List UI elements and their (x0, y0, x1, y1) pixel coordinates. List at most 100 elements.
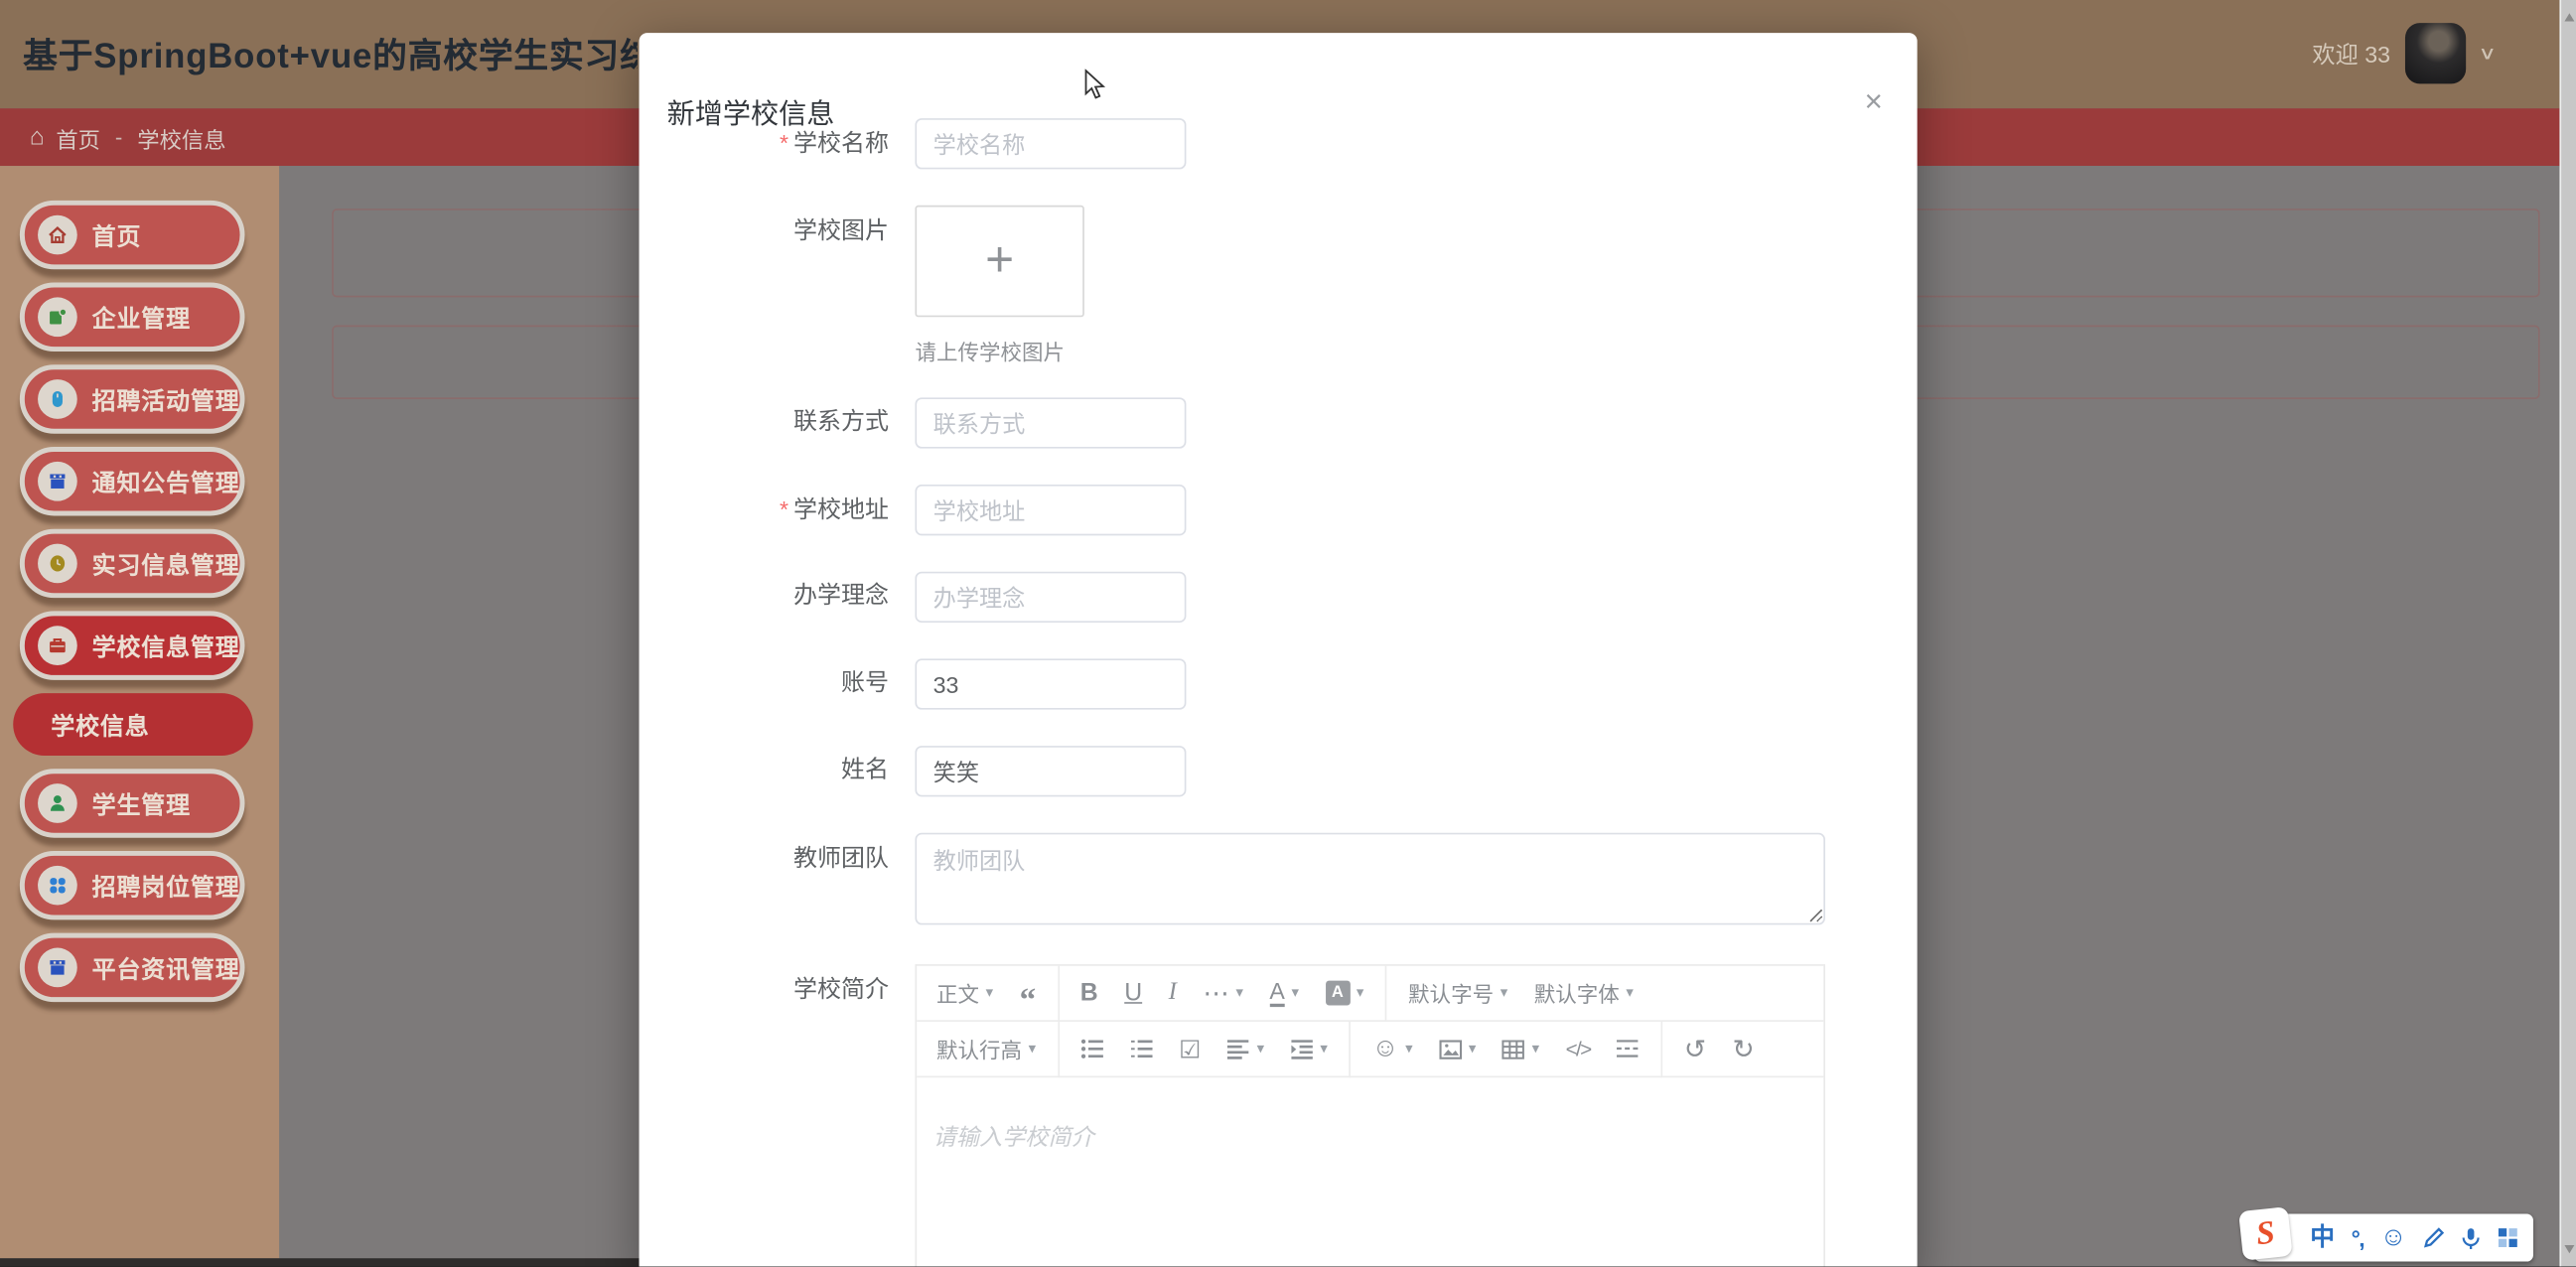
sogou-logo[interactable]: S (2238, 1207, 2293, 1262)
sidebar-item-school-info[interactable]: 学校信息 (13, 693, 253, 756)
ime-toolbar: S 中 °, ☺ (2254, 1214, 2533, 1262)
form-row-school-name: *学校名称 (640, 118, 1187, 171)
align-dropdown[interactable]: ▾ (1215, 1022, 1278, 1076)
toolbar-separator (1385, 965, 1387, 1021)
underline-button[interactable]: U (1111, 966, 1155, 1021)
form-row-account: 账号 (640, 658, 1187, 709)
scroll-up-arrow[interactable] (2564, 13, 2574, 21)
image-upload-box[interactable]: + (915, 206, 1083, 317)
toolbar-separator (1058, 965, 1060, 1021)
chevron-down-icon[interactable]: ∨ (2478, 43, 2497, 65)
rich-text-editor: 正文▾ “ B U I ⋯▾ A▾ A▾ 默认字号▾ 默认字体▾ 默认行高▾ (915, 964, 1825, 1267)
school-name-input[interactable] (915, 118, 1186, 169)
sidebar-item-notices[interactable]: 通知公告管理 (20, 447, 245, 515)
emoji-dropdown[interactable]: ☺▾ (1359, 1022, 1426, 1076)
field-label: 学校简介 (640, 964, 916, 1007)
field-label: 学校图片 (640, 206, 916, 248)
font-family-dropdown[interactable]: 默认字体▾ (1520, 966, 1646, 1021)
ime-toolbox-icon[interactable] (2498, 1227, 2519, 1249)
editor-placeholder: 请输入学校简介 (933, 1124, 1094, 1150)
field-label: 联系方式 (640, 397, 916, 448)
address-input[interactable] (915, 485, 1186, 535)
code-view-button[interactable]: </> (1552, 1022, 1603, 1076)
sidebar-item-label: 学校信息管理 (92, 629, 240, 663)
ime-emoji-icon[interactable]: ☺ (2380, 1225, 2407, 1251)
editor-toolbar-row1: 正文▾ “ B U I ⋯▾ A▾ A▾ 默认字号▾ 默认字体▾ (917, 966, 1823, 1022)
indent-dropdown[interactable]: ▾ (1277, 1022, 1341, 1076)
sidebar-item-home[interactable]: 首页 (20, 201, 245, 269)
divider-button[interactable] (1604, 1022, 1653, 1076)
caret-down-icon: ▾ (1320, 1040, 1327, 1057)
breadcrumb-home[interactable]: 首页 (56, 121, 100, 154)
caret-down-icon: ▾ (1291, 984, 1298, 1002)
line-height-dropdown[interactable]: 默认行高▾ (924, 1022, 1050, 1076)
sidebar-item-students[interactable]: 学生管理 (20, 769, 245, 837)
bottom-edge-strip (0, 1259, 643, 1267)
form-row-school-image: 学校图片 + 请上传学校图片 (640, 206, 1084, 366)
vertical-scrollbar[interactable] (2559, 0, 2576, 1267)
account-input[interactable] (915, 658, 1186, 709)
todo-list-button[interactable]: ☑ (1166, 1022, 1215, 1076)
person-icon (38, 783, 77, 823)
bold-button[interactable]: B (1068, 966, 1111, 1021)
paragraph-style-dropdown[interactable]: 正文▾ (924, 966, 1007, 1021)
more-formats-dropdown[interactable]: ⋯▾ (1190, 966, 1256, 1021)
storefront-icon (38, 948, 77, 988)
contact-input[interactable] (915, 397, 1186, 448)
form-row-intro: 学校简介 正文▾ “ B U I ⋯▾ A▾ A▾ 默认字号▾ 默认字体▾ (640, 964, 1825, 1267)
sidebar-item-companies[interactable]: 企业管理 (20, 283, 245, 352)
sidebar: 首页 企业管理 招聘活动管理 通知公告管理 实习信息管理 (0, 166, 279, 1258)
scroll-down-arrow[interactable] (2564, 1245, 2574, 1253)
welcome-text: 欢迎 33 (2312, 37, 2390, 70)
undo-button[interactable]: ↺ (1671, 1022, 1720, 1076)
caret-down-icon: ▾ (1405, 1040, 1412, 1057)
form-row-philosophy: 办学理念 (640, 572, 1187, 623)
sidebar-item-label: 平台资讯管理 (92, 950, 240, 985)
name-input[interactable] (915, 746, 1186, 796)
sidebar-item-school-info-mgmt[interactable]: 学校信息管理 (20, 611, 245, 679)
home-icon (38, 215, 77, 255)
ime-lang-toggle[interactable]: 中 (2310, 1226, 2335, 1251)
sidebar-item-job-posts[interactable]: 招聘岗位管理 (20, 851, 245, 919)
bg-color-dropdown[interactable]: A▾ (1312, 966, 1376, 1021)
numbered-list-button[interactable] (1116, 1022, 1166, 1076)
upload-hint: 请上传学校图片 (915, 335, 1083, 365)
philosophy-input[interactable] (915, 572, 1186, 623)
blockquote-button[interactable]: “ (1006, 966, 1049, 1021)
briefcase-icon (38, 626, 77, 665)
close-icon[interactable]: × (1864, 87, 1882, 118)
caret-down-icon: ▾ (1235, 984, 1242, 1002)
form-row-name: 姓名 (640, 746, 1187, 796)
caret-down-icon: ▾ (1357, 984, 1363, 1002)
toolbar-separator (1349, 1021, 1351, 1076)
plus-icon: + (985, 236, 1014, 286)
ime-mic-icon[interactable] (2461, 1226, 2481, 1249)
field-label: *学校地址 (640, 485, 916, 537)
editor-toolbar-row2: 默认行高▾ ☑ ▾ ▾ (917, 1022, 1823, 1077)
sidebar-item-label: 招聘活动管理 (92, 382, 240, 417)
sidebar-item-platform-news[interactable]: 平台资讯管理 (20, 933, 245, 1002)
ime-pen-icon[interactable] (2423, 1227, 2445, 1249)
user-menu[interactable]: 欢迎 33 ∨ (2312, 23, 2494, 83)
sidebar-item-label: 招聘岗位管理 (92, 868, 240, 903)
field-label: *学校名称 (640, 118, 916, 171)
form-row-contact: 联系方式 (640, 397, 1187, 448)
italic-button[interactable]: I (1155, 966, 1190, 1021)
caret-down-icon: ▾ (1626, 984, 1633, 1002)
redo-button[interactable]: ↻ (1719, 1022, 1768, 1076)
font-color-dropdown[interactable]: A▾ (1256, 966, 1312, 1021)
add-school-dialog: 新增学校信息 × *学校名称 学校图片 + 请上传学校图片 联系方式 *学校地址… (640, 33, 1918, 1267)
sidebar-item-recruit-activities[interactable]: 招聘活动管理 (20, 364, 245, 433)
font-size-dropdown[interactable]: 默认字号▾ (1395, 966, 1521, 1021)
breadcrumb-current: 学校信息 (137, 121, 225, 154)
required-mark: * (780, 130, 788, 156)
teachers-textarea[interactable] (915, 833, 1825, 925)
image-dropdown[interactable]: ▾ (1426, 1022, 1490, 1076)
bullet-list-button[interactable] (1068, 1022, 1117, 1076)
sidebar-item-internships[interactable]: 实习信息管理 (20, 529, 245, 598)
editor-content-area[interactable]: 请输入学校简介 (917, 1077, 1823, 1267)
table-dropdown[interactable]: ▾ (1490, 1022, 1553, 1076)
form-row-address: *学校地址 (640, 485, 1187, 537)
ime-punctuation-toggle[interactable]: °, (2352, 1226, 2363, 1249)
avatar[interactable] (2405, 23, 2466, 83)
